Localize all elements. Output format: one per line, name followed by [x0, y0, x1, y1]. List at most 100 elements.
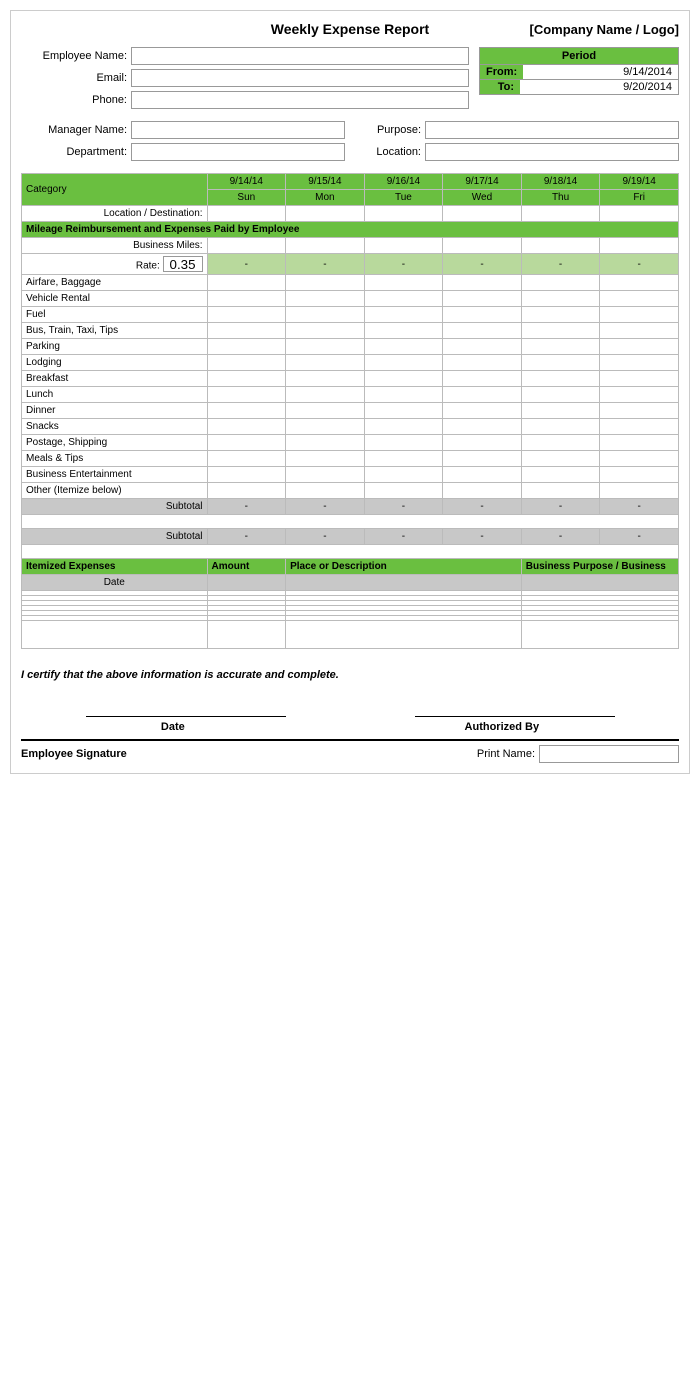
table-row: Parking — [22, 339, 679, 355]
miles-5[interactable] — [600, 238, 679, 254]
sub2-5: - — [600, 529, 679, 545]
miles-2[interactable] — [364, 238, 443, 254]
rate-dash-2: - — [364, 254, 443, 275]
cat-lunch: Lunch — [22, 387, 208, 403]
purpose-input[interactable] — [425, 121, 679, 139]
cat-parking: Parking — [22, 339, 208, 355]
sub2-3: - — [443, 529, 522, 545]
phone-input[interactable] — [131, 91, 469, 109]
expense-table: Category 9/14/14 9/15/14 9/16/14 9/17/14… — [21, 173, 679, 649]
cat-other: Other (Itemize below) — [22, 483, 208, 499]
rate-dash-4: - — [521, 254, 600, 275]
rate-dash-5: - — [600, 254, 679, 275]
location-destination-label: Location / Destination: — [22, 206, 208, 222]
print-name-label: Print Name: — [477, 748, 535, 760]
cat-fuel: Fuel — [22, 307, 208, 323]
table-row: Snacks — [22, 419, 679, 435]
sub1-5: - — [600, 499, 679, 515]
cat-entertainment: Business Entertainment — [22, 467, 208, 483]
loc-cell-1[interactable] — [286, 206, 365, 222]
print-name-input[interactable] — [539, 745, 679, 763]
email-label: Email: — [21, 72, 131, 84]
cat-bus: Bus, Train, Taxi, Tips — [22, 323, 208, 339]
date-col-header: Date — [22, 575, 208, 591]
business-miles-label: Business Miles: — [22, 238, 208, 254]
from-value: 9/14/2014 — [523, 65, 678, 79]
sub2-2: - — [364, 529, 443, 545]
rate-dash-3: - — [443, 254, 522, 275]
cat-vehicle: Vehicle Rental — [22, 291, 208, 307]
purpose-label: Purpose: — [355, 124, 425, 136]
manager-input[interactable] — [131, 121, 345, 139]
cat-dinner: Dinner — [22, 403, 208, 419]
table-row: Lodging — [22, 355, 679, 371]
sub1-1: - — [286, 499, 365, 515]
company-name: [Company Name / Logo] — [499, 22, 679, 37]
sub2-4: - — [521, 529, 600, 545]
signature-section: Date Authorized By Employee Signature Pr… — [21, 697, 679, 763]
loc-cell-3[interactable] — [443, 206, 522, 222]
loc-cell-5[interactable] — [600, 206, 679, 222]
date-0: 9/14/14 — [207, 174, 286, 190]
date-2: 9/16/14 — [364, 174, 443, 190]
table-row: Lunch — [22, 387, 679, 403]
department-input[interactable] — [131, 143, 345, 161]
authorized-sig-line — [415, 697, 615, 717]
miles-1[interactable] — [286, 238, 365, 254]
rate-dash-0: - — [207, 254, 286, 275]
airfare-0[interactable] — [207, 275, 286, 291]
from-label: From: — [480, 65, 523, 79]
rate-input[interactable] — [163, 256, 203, 272]
table-row: Bus, Train, Taxi, Tips — [22, 323, 679, 339]
miles-3[interactable] — [443, 238, 522, 254]
itemized-header-row: Itemized Expenses Amount Place or Descri… — [22, 559, 679, 575]
table-row: Airfare, Baggage — [22, 275, 679, 291]
date-1: 9/15/14 — [286, 174, 365, 190]
date-4: 9/18/14 — [521, 174, 600, 190]
loc-cell-0[interactable] — [207, 206, 286, 222]
day-2: Tue — [364, 190, 443, 206]
loc-cell-4[interactable] — [521, 206, 600, 222]
day-1: Mon — [286, 190, 365, 206]
page-title: Weekly Expense Report — [201, 21, 499, 37]
place-col-header: Place or Description — [286, 559, 522, 575]
department-label: Department: — [21, 146, 131, 158]
cat-meals: Meals & Tips — [22, 451, 208, 467]
date-sig-line — [86, 697, 286, 717]
table-row: Fuel — [22, 307, 679, 323]
rate-label: Rate: — [22, 254, 208, 275]
location-input[interactable] — [425, 143, 679, 161]
sub1-4: - — [521, 499, 600, 515]
phone-label: Phone: — [21, 94, 131, 106]
miles-4[interactable] — [521, 238, 600, 254]
manager-label: Manager Name: — [21, 124, 131, 136]
location-label: Location: — [355, 146, 425, 158]
category-header: Category — [22, 174, 208, 206]
table-row: Meals & Tips — [22, 451, 679, 467]
itemized-header-label: Itemized Expenses — [22, 559, 208, 575]
sub1-2: - — [364, 499, 443, 515]
date-3: 9/17/14 — [443, 174, 522, 190]
authorized-sig-label: Authorized By — [465, 721, 540, 733]
purpose-col-header: Business Purpose / Business — [521, 559, 678, 575]
day-3: Wed — [443, 190, 522, 206]
table-row: Business Entertainment — [22, 467, 679, 483]
email-input[interactable] — [131, 69, 469, 87]
loc-cell-2[interactable] — [364, 206, 443, 222]
sub1-3: - — [443, 499, 522, 515]
cat-breakfast: Breakfast — [22, 371, 208, 387]
table-row: Vehicle Rental — [22, 291, 679, 307]
subtotal-label-2: Subtotal — [22, 529, 208, 545]
itemized-date-header: Date — [22, 575, 679, 591]
day-5: Fri — [600, 190, 679, 206]
day-4: Thu — [521, 190, 600, 206]
employee-name-label: Employee Name: — [21, 50, 131, 62]
period-box: Period From: 9/14/2014 To: 9/20/2014 — [479, 47, 679, 95]
rate-dash-1: - — [286, 254, 365, 275]
miles-0[interactable] — [207, 238, 286, 254]
sub2-0: - — [207, 529, 286, 545]
subtotal-label-1: Subtotal — [22, 499, 208, 515]
employee-sig-label: Employee Signature — [21, 748, 127, 760]
employee-name-input[interactable] — [131, 47, 469, 65]
subtotal-row-2: Subtotal - - - - - - — [22, 529, 679, 545]
